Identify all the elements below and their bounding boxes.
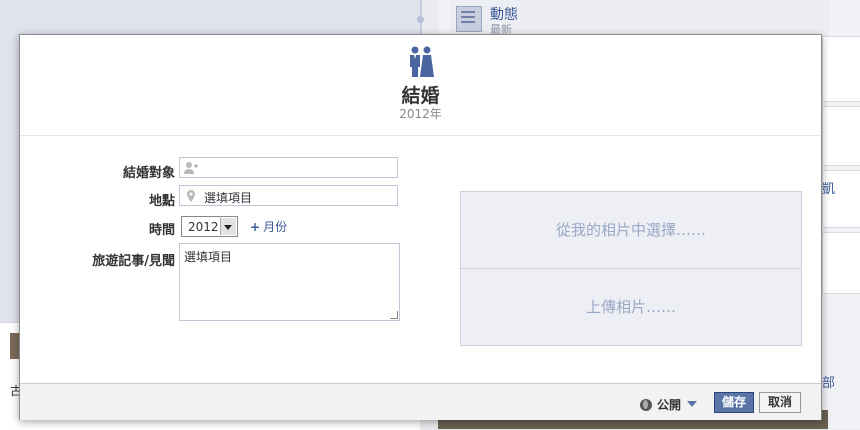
add-month-link[interactable]: + 月份	[250, 218, 287, 235]
dialog-subtitle: 2012年	[399, 107, 442, 121]
side-link-top[interactable]: 凱	[822, 178, 835, 197]
save-button[interactable]: 儲存	[714, 392, 754, 413]
side-card	[822, 232, 860, 294]
photo-box: 從我的相片中選擇…… 上傳相片……	[460, 191, 802, 346]
chevron-down-icon[interactable]	[220, 218, 236, 235]
map-pin-icon	[187, 190, 195, 202]
partner-label: 結婚對象	[122, 166, 175, 181]
side-card	[822, 36, 860, 102]
dialog-header: 結婚 2012年	[20, 35, 821, 136]
globe-icon	[640, 399, 652, 411]
location-label: 地點	[148, 194, 175, 209]
location-placeholder: 選填項目	[204, 191, 253, 205]
couple-icon	[410, 46, 434, 77]
year-select[interactable]: 2012	[181, 216, 238, 237]
timeline-dot	[417, 16, 424, 23]
plus-icon: +	[250, 220, 261, 234]
choose-from-photos-button[interactable]: 從我的相片中選擇……	[461, 192, 801, 269]
partner-input[interactable]	[179, 157, 398, 178]
year-value: 2012	[188, 220, 219, 234]
add-person-icon	[184, 162, 198, 174]
side-card	[822, 106, 860, 166]
activity-icon	[456, 6, 482, 32]
story-placeholder: 選填項目	[184, 250, 233, 264]
cancel-button[interactable]: 取消	[759, 392, 801, 413]
story-label: 旅遊記事/見聞	[92, 254, 175, 269]
dialog-title: 結婚	[401, 85, 440, 107]
caret-down-icon	[687, 401, 698, 407]
privacy-label: 公開	[657, 398, 682, 412]
privacy-selector[interactable]: 公開	[640, 396, 698, 413]
side-link-bottom[interactable]: 部	[822, 372, 835, 391]
time-label: 時間	[148, 223, 175, 238]
upload-photo-button[interactable]: 上傳相片……	[461, 269, 801, 345]
story-textarea[interactable]: 選填項目	[179, 243, 400, 321]
add-month-label: 月份	[263, 220, 288, 234]
location-input[interactable]: 選填項目	[179, 185, 398, 206]
life-event-dialog: 結婚 2012年 結婚對象 地點 選填項目 時間 2012 + 月份 旅遊記事/見…	[19, 34, 822, 420]
dialog-footer: 公開 儲存 取消	[20, 383, 821, 420]
resize-grip-icon[interactable]	[390, 311, 398, 319]
